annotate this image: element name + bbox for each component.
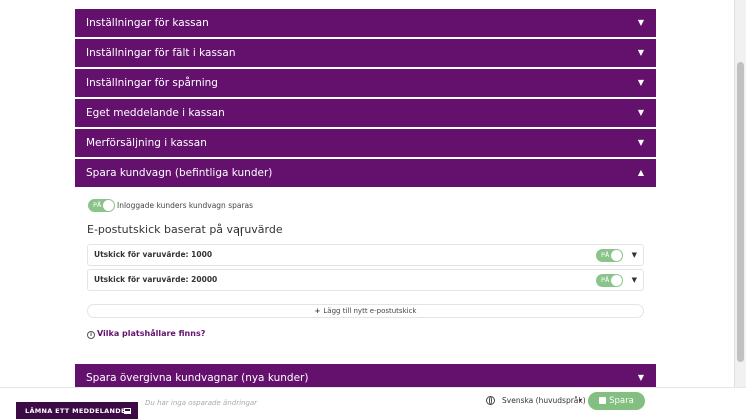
scrollbar[interactable] xyxy=(734,0,746,387)
accordion-label: Inställningar för fält i kassan xyxy=(86,47,236,59)
text-cursor-icon xyxy=(238,228,242,236)
chevron-down-icon: ▼ xyxy=(637,138,644,147)
language-value: Svenska (huvudspråk) xyxy=(502,396,585,405)
save-button[interactable]: Spara xyxy=(588,392,645,410)
saved-cart-toggle[interactable]: PÅ xyxy=(88,199,115,212)
footer-bar: Du har inga osparade ändringar LÄMNA ETT… xyxy=(0,387,746,419)
accordion-upsell[interactable]: Merförsäljning i kassan ▼ xyxy=(75,129,656,157)
placeholders-help-link[interactable]: i Vilka platshållare finns? xyxy=(87,329,205,339)
accordion-label: Merförsäljning i kassan xyxy=(86,137,207,149)
info-icon: i xyxy=(87,331,95,339)
chevron-down-icon: ▼ xyxy=(637,108,644,117)
leave-message-label: LÄMNA ETT MEDDELANDE xyxy=(25,407,126,415)
unsaved-changes-text: Du har inga osparade ändringar xyxy=(145,399,258,407)
email-row-label: Utskick för varuvärde: 20000 xyxy=(94,275,218,284)
leave-message-button[interactable]: LÄMNA ETT MEDDELANDE xyxy=(16,402,138,419)
email-row-1000[interactable]: Utskick för varuvärde: 1000 PÅ ▼ xyxy=(87,244,644,266)
add-email-button[interactable]: + Lägg till nytt e-postutskick xyxy=(87,304,644,318)
accordion-label: Inställningar för kassan xyxy=(86,17,209,29)
accordion-checkout-fields[interactable]: Inställningar för fält i kassan ▼ xyxy=(75,39,656,67)
chevron-down-icon[interactable]: ▼ xyxy=(632,270,637,290)
save-label: Spara xyxy=(609,396,634,406)
globe-icon xyxy=(486,396,495,405)
accordion-label: Inställningar för spårning xyxy=(86,77,218,89)
scrollbar-thumb[interactable] xyxy=(737,62,744,362)
email-section-title: E-postutskick baserat på varuvärde xyxy=(87,223,283,236)
chevron-down-icon: ▼ xyxy=(637,18,644,27)
accordion-label: Spara kundvagn (befintliga kunder) xyxy=(86,167,273,179)
chevron-down-icon: ▼ xyxy=(637,78,644,87)
chevron-down-icon[interactable]: ▼ xyxy=(632,245,637,265)
accordion-saved-cart[interactable]: Spara kundvagn (befintliga kunder) ▲ xyxy=(75,159,656,187)
email-row-toggle[interactable]: PÅ xyxy=(596,274,623,287)
email-row-toggle[interactable]: PÅ xyxy=(596,249,623,262)
toggle-label: PÅ xyxy=(601,276,610,284)
toggle-knob xyxy=(611,275,622,286)
accordion-label: Spara övergivna kundvagnar (nya kunder) xyxy=(86,372,309,384)
email-row-label: Utskick för varuvärde: 1000 xyxy=(94,250,213,259)
minimize-icon xyxy=(124,408,131,414)
accordion-abandoned-cart[interactable]: Spara övergivna kundvagnar (nya kunder) … xyxy=(75,364,656,387)
chevron-down-icon: ▼ xyxy=(637,48,644,57)
toggle-label: PÅ xyxy=(601,251,610,259)
plus-icon: + xyxy=(314,307,321,315)
add-email-label: Lägg till nytt e-postutskick xyxy=(323,307,417,315)
accordion-custom-message[interactable]: Eget meddelande i kassan ▼ xyxy=(75,99,656,127)
floppy-disk-icon xyxy=(599,397,607,404)
chevron-up-icon: ▲ xyxy=(637,168,644,177)
saved-cart-toggle-text: Inloggade kunders kundvagn sparas xyxy=(117,201,254,210)
accordion-label: Eget meddelande i kassan xyxy=(86,107,225,119)
email-row-20000[interactable]: Utskick för varuvärde: 20000 PÅ ▼ xyxy=(87,269,644,291)
language-select[interactable]: Svenska (huvudspråk) ▾ xyxy=(497,390,585,412)
toggle-label: PÅ xyxy=(93,201,102,209)
chevron-down-icon: ▾ xyxy=(578,397,582,404)
toggle-knob xyxy=(611,250,622,261)
toggle-knob xyxy=(103,200,114,211)
help-link-label: Vilka platshållare finns? xyxy=(97,329,206,338)
accordion-checkout-settings[interactable]: Inställningar för kassan ▼ xyxy=(75,9,656,37)
accordion-tracking[interactable]: Inställningar för spårning ▼ xyxy=(75,69,656,97)
